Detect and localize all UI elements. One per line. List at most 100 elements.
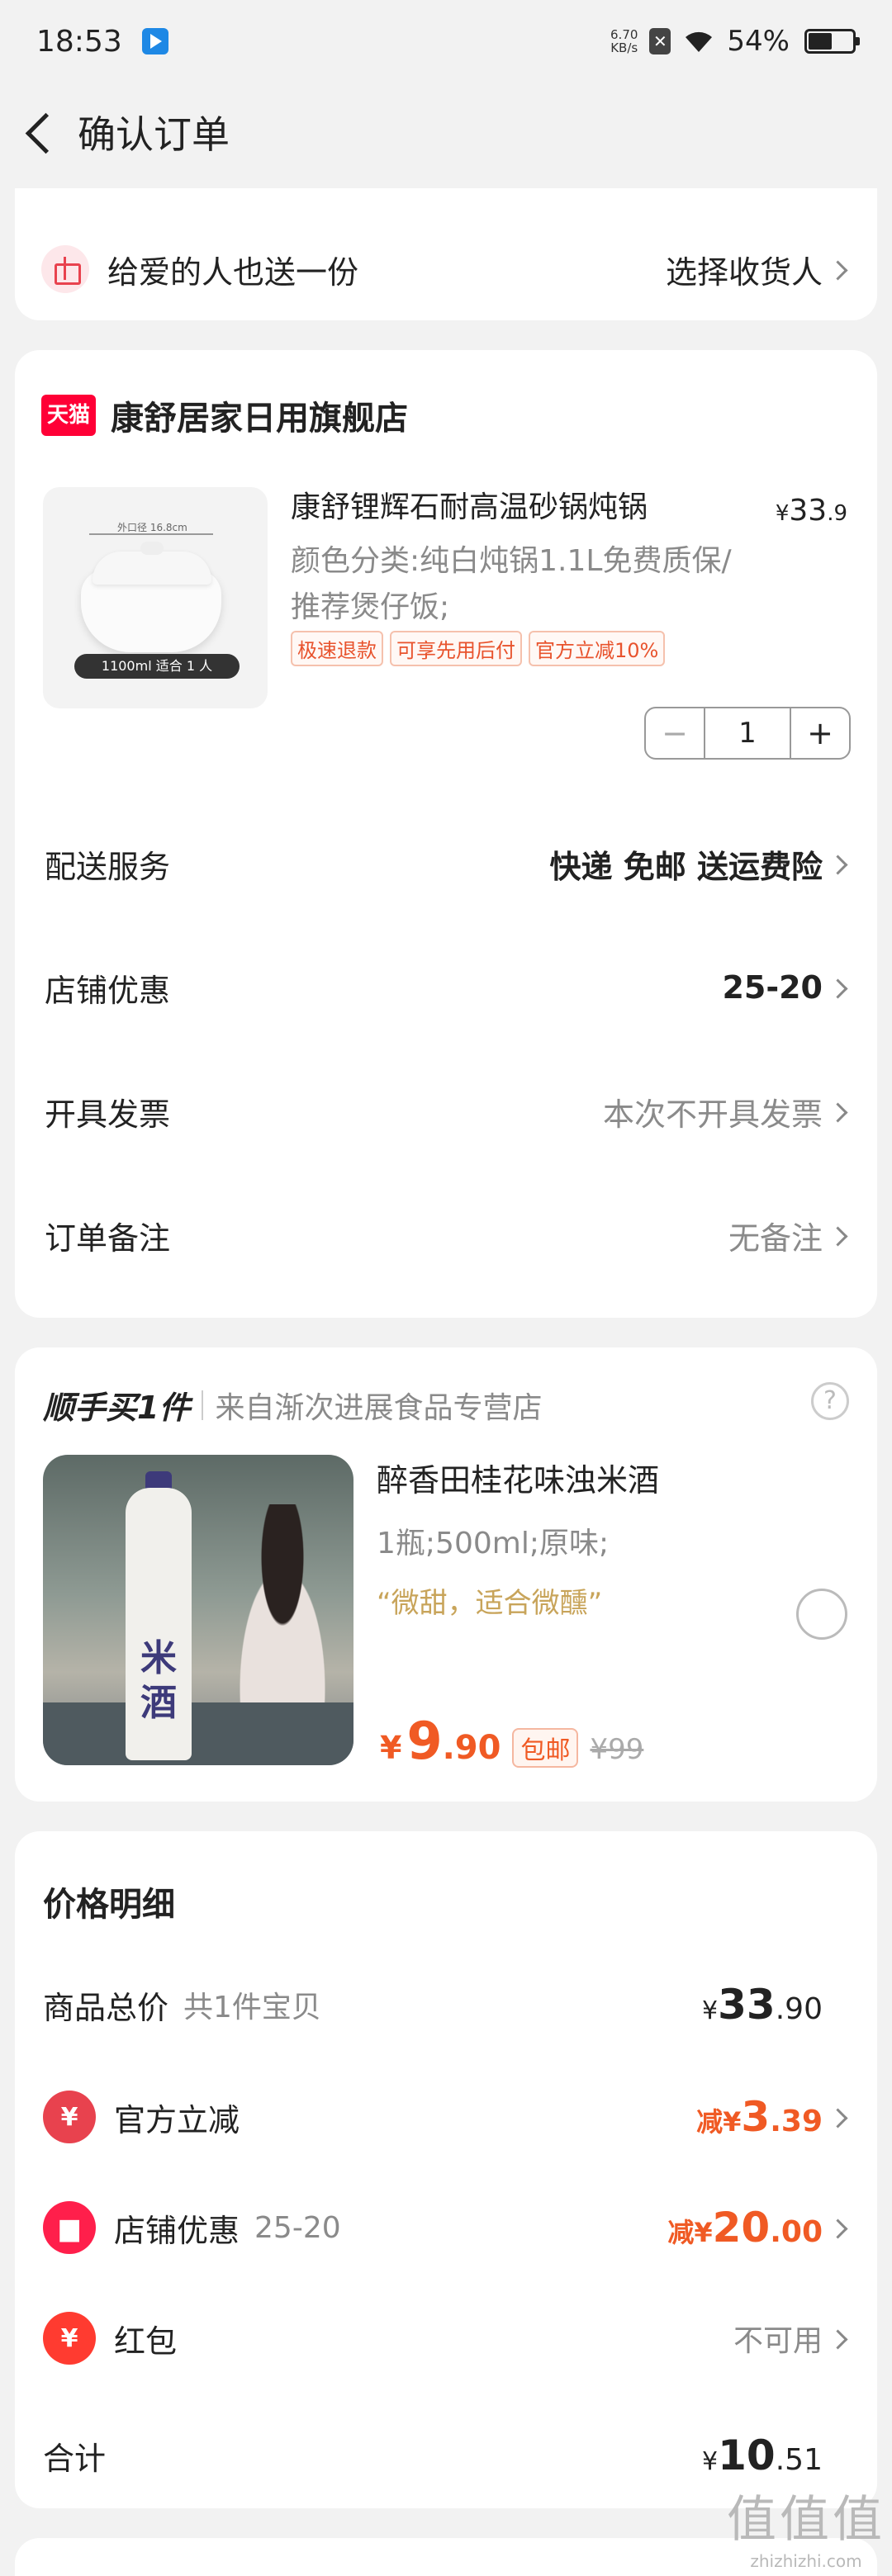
- watermark: 值值值 zhizhizhi.com: [727, 2479, 885, 2571]
- thumb-dimension: 外口径 16.8cm: [117, 522, 187, 533]
- gift-row[interactable]: 给爱的人也送一份 选择收货人: [41, 244, 847, 294]
- net-speed-value: 6.70: [610, 27, 638, 42]
- free-shipping-tag: 包邮: [512, 1728, 579, 1768]
- store-header[interactable]: 天猫 康舒居家日用旗舰店: [41, 391, 408, 439]
- official-discount-label: 官方立减: [114, 2101, 240, 2138]
- addon-price-int: 9: [406, 1711, 443, 1771]
- total-int: 10: [718, 2432, 776, 2479]
- addon-source: 来自渐次进展食品专营店: [215, 1390, 543, 1425]
- status-time: 18:53: [36, 24, 122, 59]
- red-packet-value: 不可用: [733, 2324, 823, 2358]
- chevron-right-icon: [829, 1226, 847, 1244]
- navigation-app-icon: [141, 28, 168, 54]
- quantity-value[interactable]: 1: [705, 708, 790, 758]
- shop-discount-note: 25-20: [254, 2210, 341, 2245]
- quantity-stepper: − 1 +: [644, 707, 851, 760]
- addon-product-name[interactable]: 醉香田桂花味浊米酒: [377, 1455, 659, 1500]
- product-spec: 颜色分类:纯白炖锅1.1L免费质保/推荐煲仔饭;: [291, 544, 732, 624]
- invoice-row[interactable]: 开具发票 本次不开具发票: [45, 1087, 847, 1136]
- official-prefix: 减¥: [696, 2106, 742, 2138]
- tag-fast-refund: 极速退款: [291, 631, 383, 666]
- page-header: 确认订单: [0, 83, 892, 182]
- increase-button[interactable]: +: [790, 708, 849, 758]
- divider: [202, 1390, 204, 1420]
- back-arrow-icon[interactable]: [17, 107, 66, 157]
- shop-dec: .00: [770, 2215, 823, 2249]
- subtotal-dec: .90: [775, 1992, 823, 2026]
- wifi-icon: [686, 31, 713, 52]
- addon-price-symbol: ¥: [380, 1730, 402, 1766]
- watermark-url: zhizhizhi.com: [750, 2551, 862, 2571]
- table-surface: [43, 1702, 353, 1765]
- pot-lid: [93, 552, 211, 585]
- shop-discount-detail-row[interactable]: ▆ 店铺优惠 25-20 减¥ 20 .00: [43, 2195, 847, 2261]
- price-dec: .9: [827, 501, 847, 526]
- subtotal-symbol: ¥: [702, 1996, 719, 2025]
- total-row: 合计 ¥ 10 .51: [43, 2431, 847, 2480]
- addon-select-radio[interactable]: [796, 1589, 847, 1640]
- order-note-value: 无备注: [728, 1219, 823, 1257]
- invoice-value: 本次不开具发票: [602, 1096, 823, 1133]
- addon-price: ¥ 9 .90 包邮 ¥99: [380, 1711, 643, 1771]
- price-detail-card: 价格明细 商品总价 共1件宝贝 ¥ 33 .90 ¥ 官方立减 减¥ 3 .39…: [15, 1831, 877, 2508]
- gift-label: 给爱的人也送一份: [107, 253, 359, 291]
- shop-prefix: 减¥: [667, 2217, 713, 2248]
- pot-knob: [140, 542, 164, 555]
- price-int: 33: [789, 494, 828, 528]
- total-symbol: ¥: [702, 2447, 719, 2476]
- order-note-label: 订单备注: [45, 1219, 171, 1257]
- chevron-right-icon: [829, 260, 847, 278]
- addon-title: 顺手买1件: [43, 1390, 191, 1426]
- delivery-row[interactable]: 配送服务 快递 免邮 送运费险: [45, 839, 847, 888]
- order-note-row[interactable]: 订单备注 无备注: [45, 1210, 847, 1260]
- red-packet-row[interactable]: ¥ 红包 不可用: [43, 2305, 847, 2371]
- shop-discount-row[interactable]: 店铺优惠 25-20: [45, 963, 847, 1012]
- decrease-button[interactable]: −: [646, 708, 705, 758]
- page-title: 确认订单: [78, 112, 230, 157]
- chevron-right-icon: [829, 2329, 847, 2347]
- shop-discount-detail-label: 店铺优惠: [114, 2212, 240, 2249]
- subtotal-label: 商品总价: [43, 1989, 169, 2026]
- price-detail-title: 价格明细: [43, 1886, 175, 1924]
- battery-percent: 54%: [727, 25, 790, 58]
- addon-spec: 1瓶;500ml;原味;: [377, 1527, 610, 1560]
- shop-icon: ▆: [43, 2201, 96, 2254]
- addon-original-price: ¥99: [590, 1733, 644, 1766]
- product-title[interactable]: 康舒锂辉石耐高温砂锅炖锅: [291, 487, 704, 528]
- price-symbol: ¥: [775, 501, 790, 526]
- subtotal-row: 商品总价 共1件宝贝 ¥ 33 .90: [43, 1980, 847, 2029]
- tag-official-discount: 官方立减10%: [529, 631, 666, 666]
- red-packet-label: 红包: [114, 2323, 178, 2360]
- status-bar: 18:53 6.70 KB/s ✕ 54%: [0, 0, 892, 83]
- delivery-value: 快递 免邮 送运费险: [549, 848, 823, 885]
- official-discount-row[interactable]: ¥ 官方立减 减¥ 3 .39: [43, 2084, 847, 2150]
- official-discount-amount: 减¥ 3 .39: [696, 2093, 823, 2141]
- battery-icon: [804, 29, 860, 54]
- gift-card: 给爱的人也送一份 选择收货人: [15, 188, 877, 320]
- tag-pay-later: 可享先用后付: [390, 631, 522, 666]
- addon-header: 顺手买1件 来自渐次进展食品专营店: [43, 1382, 542, 1428]
- tmall-badge: 天猫: [41, 395, 96, 436]
- total-label: 合计: [43, 2440, 107, 2477]
- chevron-right-icon: [829, 978, 847, 997]
- bottle-label: 米酒: [140, 1637, 177, 1724]
- addon-price-dec: .90: [442, 1729, 501, 1767]
- shop-discount-label: 店铺优惠: [45, 972, 171, 1009]
- addon-product-image[interactable]: 米酒: [43, 1455, 353, 1765]
- store-card: 天猫 康舒居家日用旗舰店 外口径 16.8cm 1100ml 适合 1 人 康舒…: [15, 350, 877, 1318]
- product-thumbnail[interactable]: 外口径 16.8cm 1100ml 适合 1 人: [43, 487, 268, 708]
- help-icon[interactable]: ?: [811, 1382, 849, 1420]
- shop-int: 20: [712, 2204, 771, 2252]
- sim-off-icon: ✕: [649, 28, 671, 54]
- net-speed: 6.70 KB/s: [610, 28, 638, 54]
- subtotal-amount: ¥ 33 .90: [702, 1981, 823, 2029]
- choose-recipient-link[interactable]: 选择收货人: [666, 247, 823, 292]
- store-name: 康舒居家日用旗舰店: [111, 400, 408, 438]
- net-speed-unit: KB/s: [610, 40, 638, 55]
- official-dec: .39: [770, 2105, 823, 2138]
- invoice-label: 开具发票: [45, 1096, 171, 1133]
- chevron-right-icon: [829, 855, 847, 873]
- watermark-logo: 值值值: [727, 2491, 885, 2549]
- chevron-right-icon: [829, 2108, 847, 2126]
- yuan-coin-icon: ¥: [43, 2091, 96, 2143]
